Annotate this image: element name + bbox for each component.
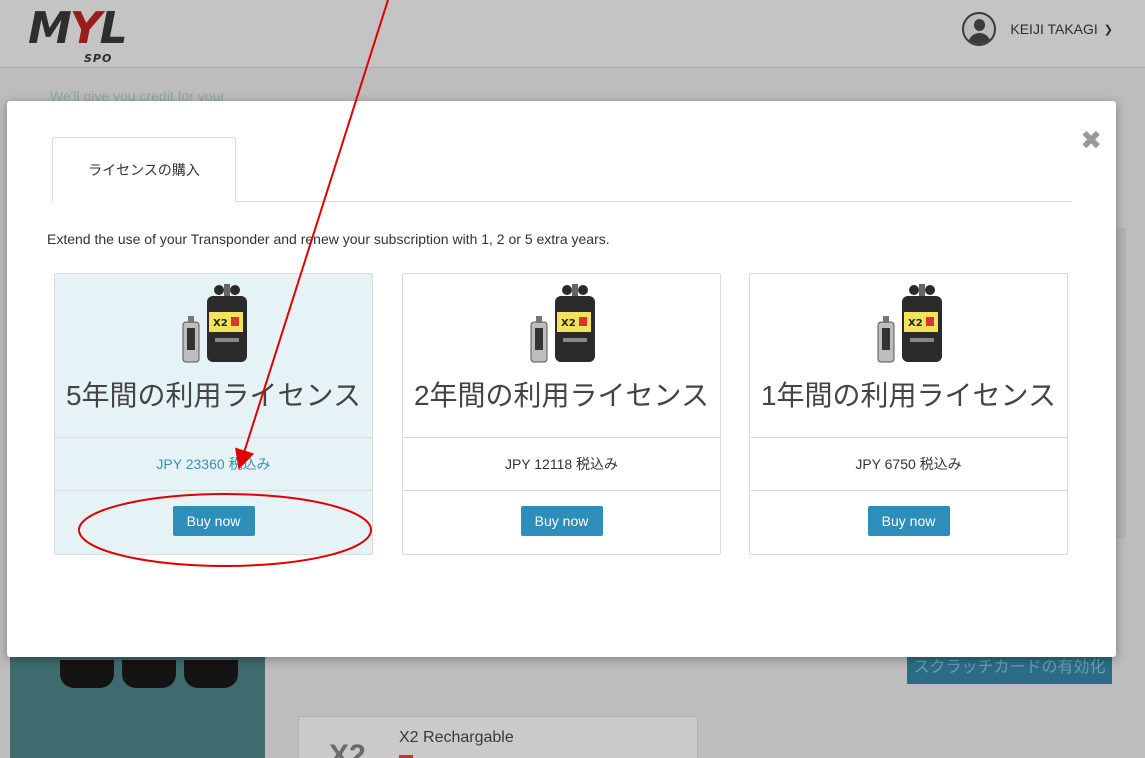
buy-now-button-5-year[interactable]: Buy now <box>172 506 255 536</box>
transponder-product-icon: X2 <box>530 284 595 363</box>
license-price: JPY 12118 税込み <box>403 437 720 491</box>
svg-text:X2: X2 <box>561 318 576 329</box>
transponder-image <box>60 660 238 688</box>
license-title: 5年間の利用ライセンス <box>65 380 361 411</box>
purchase-license-modal: ✖ ライセンスの購入 Extend the use of your Transp… <box>7 101 1116 657</box>
svg-text:X2: X2 <box>213 318 228 329</box>
mylaps-logo[interactable]: MYL SPO <box>28 4 138 66</box>
logo-subtitle: SPO <box>84 52 113 65</box>
product-name: X2 Rechargable <box>399 729 514 746</box>
top-navigation-bar: MYL SPO KEIJI TAKAGI ❯ <box>0 0 1145 68</box>
license-card-1-year[interactable]: X2 1年間の利用ライセンス JPY 6750 税込み Buy now <box>749 273 1068 555</box>
svg-text:X2: X2 <box>908 318 923 329</box>
license-card-5-year[interactable]: X2 5年間の利用ライセンス JPY 23360 税込み Buy now <box>54 273 373 555</box>
license-title: 1年間の利用ライセンス <box>760 380 1056 411</box>
license-price: JPY 23360 税込み <box>55 437 372 491</box>
buy-now-button-2-year[interactable]: Buy now <box>520 506 603 536</box>
background-product-item[interactable]: X2 X2 Rechargable <box>298 716 698 758</box>
transponder-product-icon: X2 <box>877 284 942 363</box>
tab-purchase-license[interactable]: ライセンスの購入 <box>52 137 236 203</box>
close-icon[interactable]: ✖ <box>1080 127 1102 153</box>
chevron-down-icon[interactable]: ❯ <box>1104 23 1113 36</box>
license-title: 2年間の利用ライセンス <box>413 380 709 411</box>
logo-wordmark: MYL <box>28 3 128 54</box>
buy-now-button-1-year[interactable]: Buy now <box>867 506 950 536</box>
modal-description: Extend the use of your Transponder and r… <box>47 231 610 247</box>
license-price: JPY 6750 税込み <box>750 437 1067 491</box>
avatar-icon <box>962 12 997 46</box>
license-card-2-year[interactable]: X2 2年間の利用ライセンス JPY 12118 税込み Buy now <box>402 273 721 555</box>
background-promo-card <box>10 640 265 758</box>
product-logo-icon: X2 <box>329 739 366 758</box>
user-menu[interactable]: KEIJI TAKAGI ❯ <box>962 9 1113 49</box>
user-name: KEIJI TAKAGI <box>1010 21 1098 37</box>
transponder-product-icon: X2 <box>182 284 247 363</box>
